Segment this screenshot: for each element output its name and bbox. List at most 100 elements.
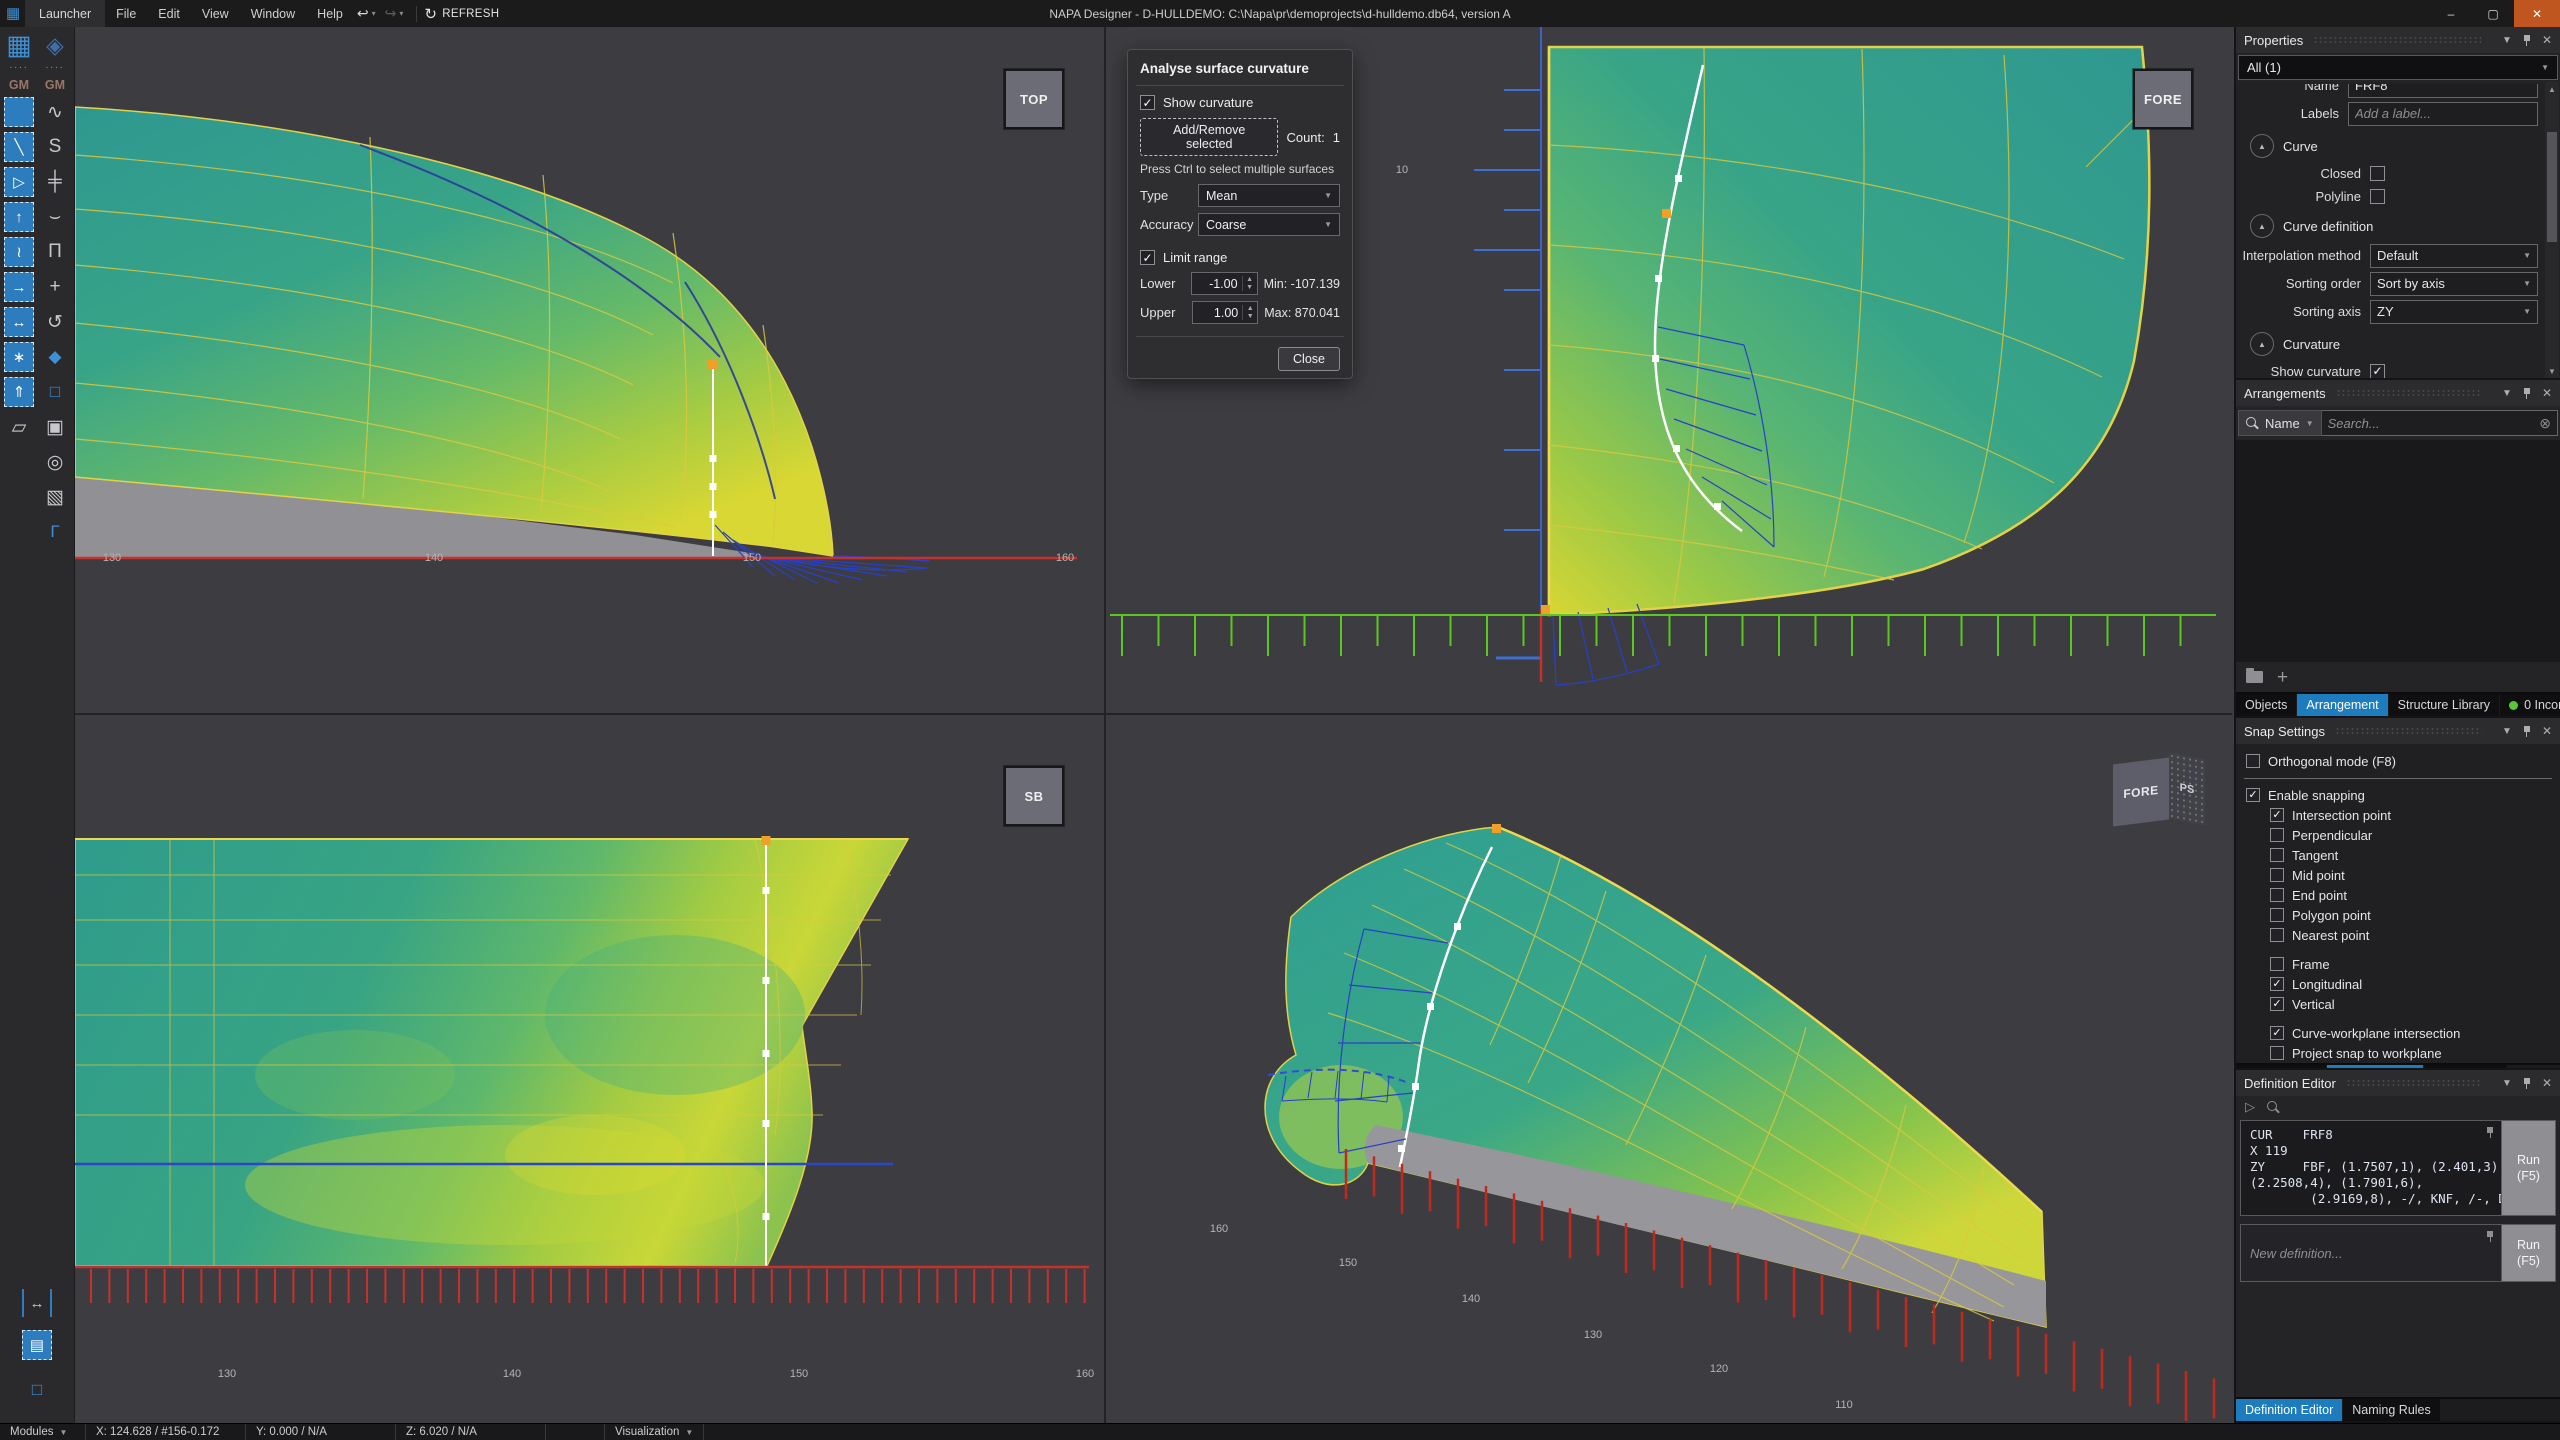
sorting-axis-dropdown[interactable]: ZY▼ [2370,300,2538,324]
nav-cube-ps-face[interactable]: PS [2169,753,2205,826]
scroll-up-icon[interactable]: ▲ [2548,82,2556,96]
checkbox[interactable] [2270,848,2284,862]
viewport-bottom-left-side[interactable]: 130140150160 SB [75,715,1104,1423]
accuracy-dropdown[interactable]: Coarse▼ [1198,213,1340,236]
rectangle-tool-icon[interactable]: □ [38,375,72,409]
tab-incorrect-objects[interactable]: 0 Incorrect Objects [2500,694,2560,716]
panel-drag-handle[interactable] [2313,36,2482,44]
menu-item[interactable]: Window [240,0,306,27]
move-horizontal-tool-icon[interactable]: → [4,272,34,302]
checkbox[interactable] [1140,95,1155,110]
toolbar-drag-dots-right[interactable]: ∙∙∙∙ [38,61,72,74]
run-button[interactable]: Run(F5) [2501,1121,2555,1215]
pin-icon[interactable] [2522,34,2532,46]
gm-label-right[interactable]: GM [38,75,72,94]
labels-field[interactable] [2348,102,2538,126]
pin-icon[interactable] [2522,1077,2532,1089]
checkbox[interactable] [2246,754,2260,768]
run-button[interactable]: Run(F5) [2501,1225,2555,1281]
search-box[interactable]: ⊗ [2322,410,2558,436]
pin-icon[interactable] [2522,725,2532,737]
minimize-button[interactable]: – [2430,0,2472,27]
snap-option[interactable]: Enable snapping [2236,785,2560,805]
chevron-down-icon[interactable]: ▼ [2502,726,2512,737]
stretch-tool-icon[interactable]: ↔ [4,307,34,337]
add-remove-selected-button[interactable]: Add/Remove selected [1140,118,1278,156]
scroll-down-icon[interactable]: ▼ [2548,364,2556,378]
polygon-select-tool-icon[interactable]: ▷ [4,167,34,197]
checkbox[interactable] [2270,808,2284,822]
layers-tool-icon[interactable]: ▤ [22,1330,52,1360]
close-icon[interactable]: ✕ [2542,386,2552,400]
new-definition-editor[interactable]: New definition... Run(F5) [2240,1224,2556,1282]
chevron-down-icon[interactable]: ▼ [2502,388,2512,399]
gm-label-left[interactable]: GM [2,75,36,94]
chevron-down-icon[interactable]: ▼ [2502,1078,2512,1089]
measure-width-icon[interactable]: ↔ [22,1289,52,1317]
base-corner-point[interactable] [1541,605,1550,614]
undo-dropdown-icon[interactable]: ▾ [372,9,376,18]
wave-edit-tool-icon[interactable]: ≀ [4,237,34,267]
navigation-cube[interactable]: FORE PS [2109,753,2213,845]
search-definitions-icon[interactable] [2267,1101,2280,1114]
checkbox[interactable] [2270,977,2284,991]
sorting-order-dropdown[interactable]: Sort by axis▼ [2370,272,2538,296]
viewport-top-left-profile[interactable]: 130140150160 TOP [75,27,1104,713]
snap-option[interactable]: Curve-workplane intersection [2236,1023,2560,1043]
arrangements-list[interactable] [2236,440,2560,662]
snap-option[interactable]: Polygon point [2236,905,2560,925]
launcher-button[interactable]: Launcher [25,0,105,27]
tab-objects[interactable]: Objects [2236,694,2296,716]
close-icon[interactable]: ✕ [2542,724,2552,738]
lower-spinner[interactable]: -1.00 ▲▼ [1191,272,1257,295]
close-icon[interactable]: ✕ [2542,33,2552,47]
snap-option[interactable]: Longitudinal [2236,974,2560,994]
module-grid-icon[interactable]: ▦ [2,30,36,60]
selected-point[interactable] [762,836,771,845]
pin-icon[interactable] [2522,387,2532,399]
type-dropdown[interactable]: Mean▼ [1198,184,1340,207]
spline-tool-icon[interactable]: S [38,130,72,164]
checkbox[interactable] [2270,1046,2284,1060]
snap-option[interactable]: Vertical [2236,994,2560,1014]
object-selector-dropdown[interactable]: All (1)▼ [2238,55,2558,80]
curvature-section-header[interactable]: ▲ Curvature [2250,331,2530,357]
checkbox[interactable] [2270,908,2284,922]
checkbox[interactable] [2270,888,2284,902]
cube-grid-tool-icon[interactable]: ▣ [38,410,72,444]
nav-cube-fore-face[interactable]: FORE [2113,758,2169,827]
polyline-tool-icon[interactable]: ∿ [38,95,72,129]
limit-range-option[interactable]: Limit range [1140,250,1340,265]
snap-option[interactable]: End point [2236,885,2560,905]
new-folder-icon[interactable] [2246,671,2263,683]
orthogonal-mode-option[interactable]: Orthogonal mode (F8) [2236,749,2560,773]
module-diamond-icon[interactable]: ◈ [38,30,72,60]
selected-point[interactable] [708,360,717,369]
split-curve-tool-icon[interactable]: ╪ [38,165,72,199]
close-button[interactable]: ✕ [2514,0,2560,27]
spinner-arrows[interactable]: ▲▼ [1242,276,1257,291]
select-surface-tool-icon[interactable] [4,97,34,127]
checkbox[interactable] [2246,788,2260,802]
menu-item[interactable]: Help [306,0,354,27]
spinner-arrows[interactable]: ▲▼ [1242,305,1257,320]
interpolation-method-dropdown[interactable]: Default▼ [2370,244,2538,268]
snap-option[interactable]: Project snap to workplane [2236,1043,2560,1063]
wire-cube-icon[interactable]: □ [20,1373,54,1407]
collapse-icon[interactable]: ▲ [2250,134,2274,158]
rotate-tool-icon[interactable]: ↺ [38,305,72,339]
modules-dropdown[interactable]: Modules▼ [0,1424,86,1440]
show-curvature-checkbox[interactable] [2370,364,2385,379]
name-field[interactable] [2348,84,2538,98]
tab-definition-editor[interactable]: Definition Editor [2236,1399,2342,1421]
menu-item[interactable]: View [191,0,240,27]
panel-drag-handle[interactable] [2336,389,2482,397]
viewport-bottom-right-3d[interactable]: 160150140130120110 FORE PS [1106,715,2232,1423]
tab-naming-rules[interactable]: Naming Rules [2343,1399,2440,1421]
curve-section-header[interactable]: ▲ Curve [2250,133,2530,159]
point-tool-icon[interactable]: ◆ [38,340,72,374]
show-curvature-option[interactable]: Show curvature [1140,95,1340,110]
redo-dropdown-icon[interactable]: ▾ [399,9,403,18]
properties-scrollbar[interactable]: ▲ ▼ [2545,82,2559,378]
view-cube-top[interactable]: TOP [1004,69,1064,129]
